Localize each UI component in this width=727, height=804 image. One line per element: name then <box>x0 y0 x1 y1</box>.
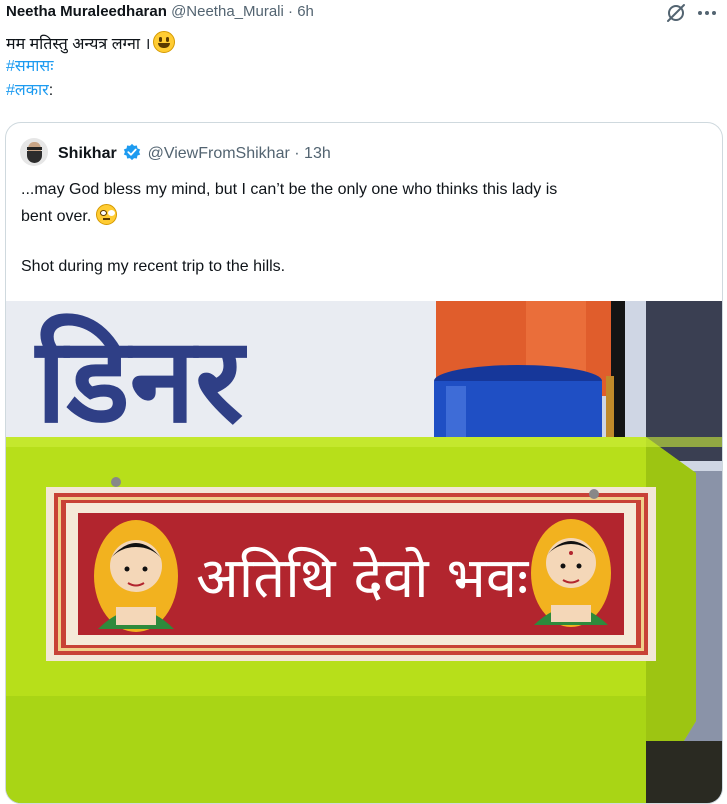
hashtag-line-2: #लकार: <box>6 80 53 102</box>
hashtag-samasa[interactable]: #समासः <box>6 58 53 75</box>
lady-right <box>531 519 611 627</box>
grinning-face-emoji <box>152 31 175 53</box>
quoted-post[interactable]: Shikhar @ViewFromShikhar · 13h ...may Go… <box>5 122 723 804</box>
quoted-author-handle[interactable]: @ViewFromShikhar <box>148 145 290 162</box>
author-name[interactable]: Neetha Muraleedharan <box>6 3 167 20</box>
post[interactable]: Neetha Muraleedharan @Neetha_Murali · 6h… <box>0 0 727 804</box>
quoted-separator-dot: · <box>294 145 300 162</box>
quoted-photo[interactable]: डिनर अतिथि देवो भवः <box>6 301 722 803</box>
quoted-post-header: Shikhar @ViewFromShikhar · 13h <box>58 143 331 165</box>
post-time[interactable]: 6h <box>297 3 314 20</box>
avatar-beard <box>27 151 42 163</box>
verified-badge-icon <box>123 143 141 161</box>
hashtag-suffix: : <box>48 82 54 99</box>
quoted-text-line-1: ...may God bless my mind, but I can’t be… <box>21 181 558 198</box>
hashtag-line-1: #समासः <box>6 56 53 78</box>
post-text-content: मम मतिस्तु अन्यत्र लग्ना । <box>6 36 151 53</box>
quoted-text-line-3: Shot during my recent trip to the hills. <box>21 258 286 275</box>
quoted-text-line-2: bent over. <box>21 204 117 228</box>
sign-text: अतिथि देवो भवः <box>196 546 530 611</box>
face-with-rolling-eyes-emoji <box>95 204 117 225</box>
grok-icon[interactable] <box>664 1 688 25</box>
quoted-post-time[interactable]: 13h <box>304 145 331 162</box>
lady-left <box>94 520 178 632</box>
avatar-glasses <box>27 147 42 150</box>
quoted-author-name[interactable]: Shikhar <box>58 145 117 162</box>
author-handle[interactable]: @Neetha_Murali <box>171 3 284 20</box>
separator-dot: · <box>288 3 294 20</box>
post-header: Neetha Muraleedharan @Neetha_Murali · 6h <box>6 2 314 22</box>
avatar[interactable] <box>20 138 48 166</box>
wall-text: डिनर <box>34 311 247 449</box>
quoted-text-line-2-content: bent over. <box>21 208 92 225</box>
more-icon[interactable] <box>694 3 720 23</box>
hashtag-lakara[interactable]: #लकार <box>6 82 49 99</box>
photo-scene: डिनर अतिथि देवो भवः <box>6 301 722 803</box>
post-text: मम मतिस्तु अन्यत्र लग्ना । <box>6 31 175 56</box>
